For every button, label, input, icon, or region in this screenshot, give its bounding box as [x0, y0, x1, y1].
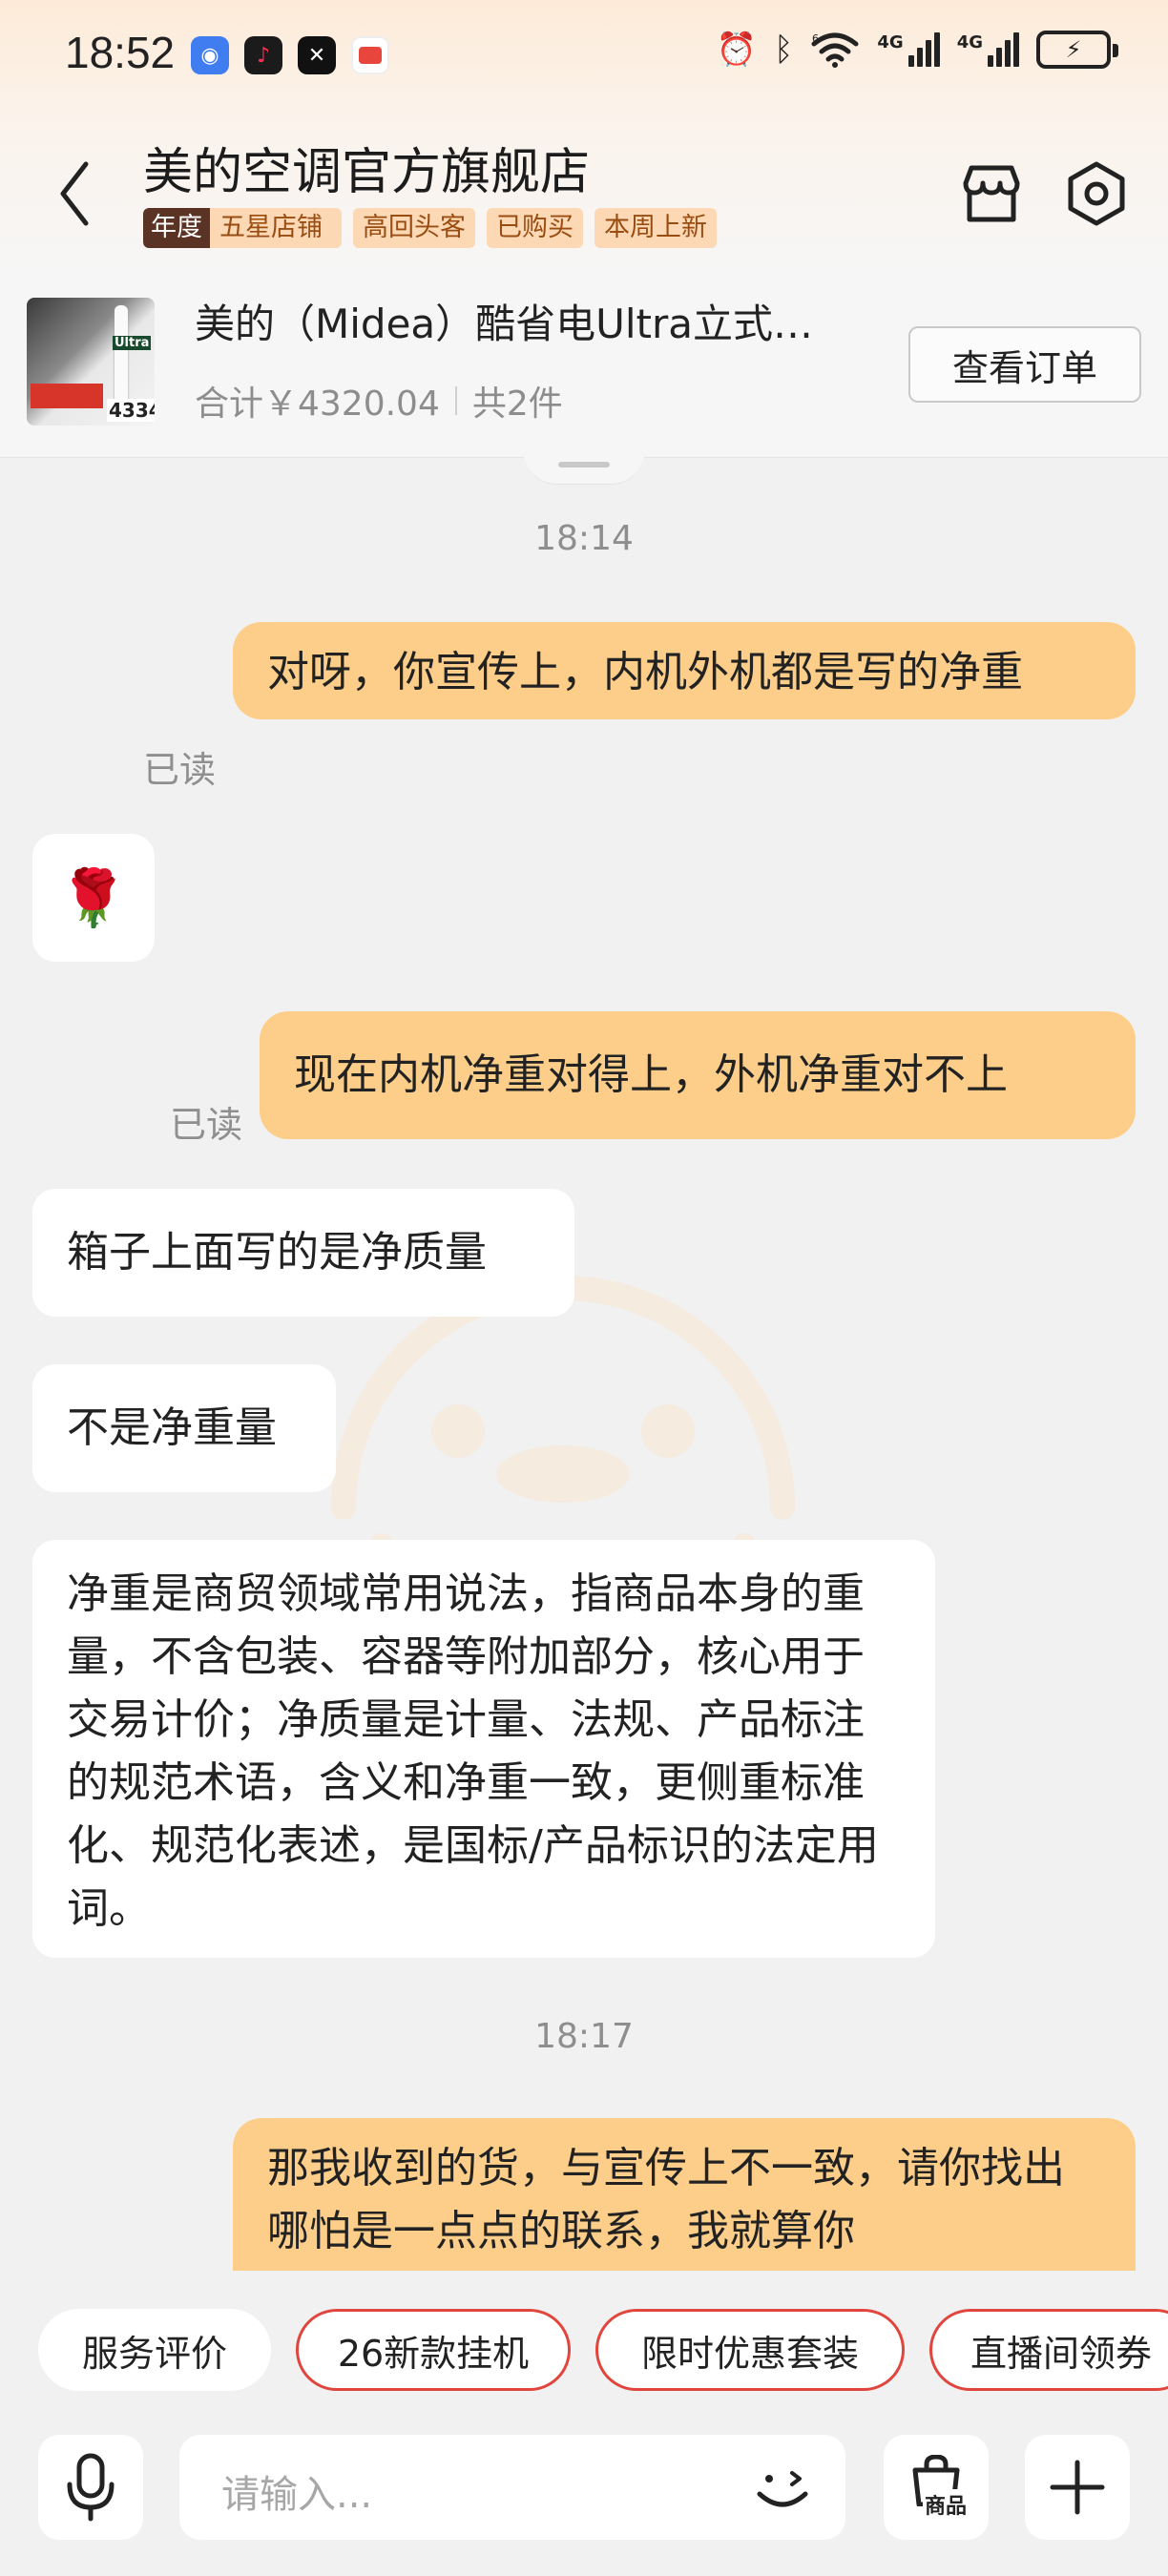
chat-timestamp: 18:17: [534, 2017, 634, 2056]
network-label: 4G: [877, 32, 904, 52]
chip-live-coupon[interactable]: 直播间领券: [929, 2309, 1168, 2391]
outgoing-message-clip: 那我收到的货，与宣传上不一致，请你找出哪怕是一点点的联系，我就算你: [233, 2118, 1136, 2271]
thumbnail-badge: Ultra: [113, 336, 152, 350]
purchased-tag: 已购买: [487, 208, 583, 248]
blue-app-icon: ◉: [191, 36, 229, 74]
chip-new-hanging-ac[interactable]: 26新款挂机: [296, 2309, 571, 2391]
goods-label: 商品: [922, 2489, 969, 2520]
bluetooth-icon: ᛒ: [773, 31, 794, 69]
microphone-icon: [67, 2453, 115, 2522]
message-input[interactable]: 请输入...: [179, 2435, 845, 2540]
thumbnail-banner: [31, 384, 103, 408]
order-count: 共2件: [471, 384, 563, 424]
repeat-customer-tag: 高回头客: [353, 208, 475, 248]
goods-button[interactable]: 商品: [884, 2435, 989, 2540]
chat-timestamp: 18:14: [534, 519, 634, 558]
settings-icon[interactable]: [1063, 160, 1130, 227]
input-bar: 请输入... 商品: [0, 2414, 1168, 2576]
voice-button[interactable]: [38, 2435, 143, 2540]
year-star-badge: 年度 五星店铺: [143, 208, 342, 248]
capcut-icon: ✕: [298, 36, 336, 74]
alarm-icon: ⏰: [716, 31, 757, 69]
incoming-message[interactable]: 箱子上面写的是净质量: [32, 1189, 574, 1317]
thumbnail-price: 4334: [107, 399, 155, 422]
status-app-icons: ◉ ♪ ✕: [191, 36, 389, 74]
tiktok-icon: ♪: [244, 36, 282, 74]
quick-reply-bar: 服务评价 26新款挂机 限时优惠套装 直播间领券: [0, 2271, 1168, 2433]
chip-service-review[interactable]: 服务评价: [38, 2309, 271, 2391]
svg-text:6: 6: [812, 32, 819, 45]
status-time: 18:52: [65, 28, 176, 77]
five-star-label: 五星店铺: [219, 213, 323, 242]
more-button[interactable]: [1025, 2435, 1130, 2540]
store-icon[interactable]: [958, 160, 1025, 227]
chip-limited-bundle[interactable]: 限时优惠套装: [595, 2309, 905, 2391]
incoming-message[interactable]: 不是净重量: [32, 1364, 336, 1492]
emoji-icon[interactable]: [750, 2456, 815, 2521]
red-app-icon: [351, 36, 389, 74]
status-indicators: ⏰ ᛒ 6 4G 4G ⚡: [716, 31, 1118, 69]
product-thumbnail[interactable]: Ultra 4334: [27, 298, 155, 426]
divider: [454, 386, 457, 415]
collapse-handle[interactable]: [523, 450, 645, 485]
outgoing-message[interactable]: 对呀，你宣传上，内机外机都是写的净重: [233, 622, 1136, 719]
new-this-week-tag: 本周上新: [594, 208, 717, 248]
outgoing-message[interactable]: 那我收到的货，与宣传上不一致，请你找出哪怕是一点点的联系，我就算你: [233, 2118, 1136, 2271]
network-label: 4G: [956, 32, 983, 52]
thumbnail-ac-unit: [115, 305, 128, 410]
shop-title[interactable]: 美的空调官方旗舰店: [143, 132, 590, 203]
wifi-icon: 6: [811, 32, 859, 68]
read-receipt: 已读: [143, 749, 217, 791]
signal-icon-2: 4G: [957, 32, 1019, 67]
incoming-message[interactable]: 净重是商贸领域常用说法，指商品本身的重量，不含包装、容器等附加部分，核心用于交易…: [32, 1540, 935, 1958]
order-summary: 合计￥4320.04 共2件: [195, 376, 563, 426]
input-placeholder: 请输入...: [221, 2473, 373, 2517]
shop-tags: 年度 五星店铺 高回头客 已购买 本周上新: [143, 208, 717, 248]
signal-icon-1: 4G: [877, 32, 940, 67]
view-order-button[interactable]: 查看订单: [908, 326, 1141, 403]
year-badge-label: 年度: [143, 208, 210, 248]
plus-icon: [1050, 2460, 1105, 2515]
battery-icon: ⚡: [1036, 31, 1118, 69]
read-receipt: 已读: [170, 1104, 243, 1146]
rose-emoji-message[interactable]: 🌹: [32, 834, 155, 962]
order-total: 合计￥4320.04: [195, 384, 440, 424]
back-arrow-icon[interactable]: [55, 160, 94, 227]
product-title[interactable]: 美的（Midea）酷省电Ultra立式…: [195, 292, 882, 350]
outgoing-message[interactable]: 现在内机净重对得上，外机净重对不上: [260, 1011, 1136, 1139]
